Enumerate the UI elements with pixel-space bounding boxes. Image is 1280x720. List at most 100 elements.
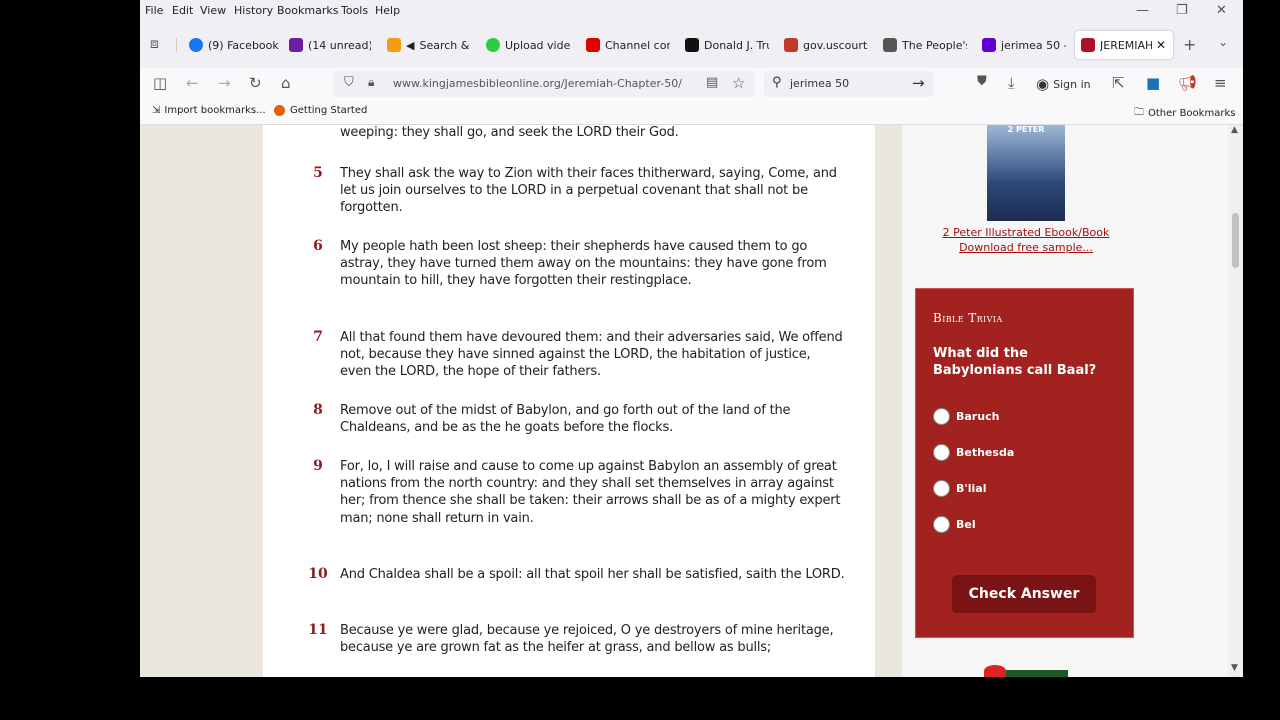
reader-view-icon[interactable]: ▤ <box>706 75 718 90</box>
megaphone-icon[interactable]: 📢︎ <box>1178 74 1197 92</box>
menu-icon[interactable]: ≡ <box>1214 74 1227 92</box>
tab-peoples[interactable]: The People's <box>883 31 967 59</box>
search-text[interactable]: jerimea 50 <box>790 77 849 90</box>
page-icon <box>883 38 897 52</box>
trivia-option-bethesda[interactable]: Bethesda <box>933 444 1014 461</box>
verse-number[interactable]: 6 <box>303 238 333 254</box>
mail-icon <box>289 38 303 52</box>
menu-file[interactable]: File <box>145 4 163 17</box>
getting-started-link[interactable]: Getting Started <box>274 105 367 116</box>
navigation-bar: ◫ ← → ↻ ⌂ ⛉ 🔒︎ www.kingjamesbibleonline.… <box>140 68 1243 100</box>
free-badge-icon <box>984 665 1006 677</box>
verse-number[interactable]: 8 <box>303 402 333 418</box>
scrollbar-thumb[interactable] <box>1232 213 1239 268</box>
scroll-up-icon[interactable]: ▲ <box>1231 125 1238 135</box>
close-tab-icon[interactable]: ✕ <box>1156 38 1166 52</box>
book-cover-title: 2 PETER <box>1007 125 1045 134</box>
mute-icon[interactable]: ◀ <box>406 39 414 52</box>
back-icon[interactable]: ← <box>186 74 199 92</box>
tab-mail[interactable]: (14 unread) - <box>289 31 371 59</box>
menu-tools[interactable]: Tools <box>341 4 368 17</box>
tab-label: jerimea 50 - <box>1001 38 1066 52</box>
go-arrow-icon[interactable]: → <box>912 74 925 92</box>
radio-button[interactable] <box>933 516 950 533</box>
bookmark-star-icon[interactable]: ☆ <box>732 74 745 92</box>
scroll-down-icon[interactable]: ▼ <box>1231 663 1238 673</box>
verse-text: Remove out of the midst of Babylon, and … <box>340 403 791 436</box>
import-bookmarks-link[interactable]: ⇲ Import bookmarks... <box>152 105 266 116</box>
option-label: B'lial <box>956 482 987 495</box>
download-icon[interactable]: ⤓ <box>1008 74 1015 92</box>
verse-text: For, lo, I will raise and cause to come … <box>340 459 841 526</box>
page-scrollbar[interactable]: ▲ ▼ <box>1228 125 1243 677</box>
verse-number[interactable]: 5 <box>303 165 333 181</box>
x-icon <box>685 38 699 52</box>
minimize-icon[interactable]: — <box>1136 3 1149 18</box>
pocket-icon[interactable]: ⛊ <box>977 74 987 89</box>
book-link-line1[interactable]: 2 Peter Illustrated Ebook/Book <box>922 225 1130 240</box>
trivia-question: What did the Babylonians call Baal? <box>933 346 1097 378</box>
extensions-icon[interactable]: ⇱ <box>1112 74 1125 92</box>
tab-donald[interactable]: Donald J. Tru <box>685 31 769 59</box>
tab-uscourts[interactable]: gov.uscourts <box>784 31 868 59</box>
chevron-down-icon[interactable]: ⌄ <box>1218 35 1228 49</box>
option-label: Bel <box>956 518 976 531</box>
tab-label: JEREMIAH <box>1100 38 1152 52</box>
bible-icon <box>1081 38 1095 52</box>
youtube-icon <box>586 38 600 52</box>
tab-label: (9) Facebook <box>208 38 279 52</box>
option-label: Baruch <box>956 410 1000 423</box>
tab-overview-icon[interactable]: ⧈ <box>150 36 159 52</box>
radio-button[interactable] <box>933 480 950 497</box>
maximize-icon[interactable]: ❐ <box>1176 3 1188 18</box>
new-tab-icon[interactable]: + <box>1183 35 1196 54</box>
promo-banner-edge <box>1006 670 1068 677</box>
search-tab-icon <box>387 38 401 52</box>
menu-history[interactable]: History <box>234 4 273 17</box>
verse-number[interactable]: 11 <box>303 622 333 638</box>
tab-search[interactable]: ◀ Search & <box>387 31 469 59</box>
check-answer-button[interactable]: Check Answer <box>952 575 1096 613</box>
menu-edit[interactable]: Edit <box>172 4 193 17</box>
upload-icon <box>486 38 500 52</box>
shield-icon[interactable]: ⛉ <box>344 75 354 90</box>
sign-in-button[interactable]: ◉ Sign in <box>1036 72 1091 96</box>
menu-help[interactable]: Help <box>375 4 400 17</box>
account-icon: ◉ <box>1036 75 1050 93</box>
extension-badge-icon[interactable]: ■ <box>1146 74 1160 92</box>
tab-channel[interactable]: Channel con <box>586 31 670 59</box>
menu-bookmarks[interactable]: Bookmarks <box>277 4 338 17</box>
search-input[interactable]: ⚲ jerimea 50 → <box>764 71 934 97</box>
other-bookmarks-label: Other Bookmarks <box>1148 108 1236 119</box>
trivia-option-blial[interactable]: B'lial <box>933 480 987 497</box>
book-promo-link[interactable]: 2 Peter Illustrated Ebook/Book Download … <box>922 225 1130 255</box>
lock-icon[interactable]: 🔒︎ <box>368 75 374 90</box>
browser-window: File Edit View History Bookmarks Tools H… <box>140 0 1243 677</box>
close-window-icon[interactable]: ✕ <box>1216 3 1227 18</box>
book-cover-image[interactable]: 2 PETER <box>987 125 1065 221</box>
verse-number[interactable]: 10 <box>303 566 333 582</box>
radio-button[interactable] <box>933 408 950 425</box>
other-bookmarks-link[interactable]: 🗀︎ Other Bookmarks <box>1134 105 1235 122</box>
url-bar[interactable]: ⛉ 🔒︎ www.kingjamesbibleonline.org/Jeremi… <box>334 71 754 97</box>
verse-number[interactable]: 9 <box>303 458 333 474</box>
verse-number[interactable]: 7 <box>303 329 333 345</box>
book-link-line2[interactable]: Download free sample... <box>922 240 1130 255</box>
tab-upload[interactable]: Upload vide <box>486 31 570 59</box>
home-icon[interactable]: ⌂ <box>281 74 291 92</box>
chapter-content: weeping: they shall go, and seek the LOR… <box>263 125 875 677</box>
reload-icon[interactable]: ↻ <box>249 74 262 92</box>
trivia-option-bel[interactable]: Bel <box>933 516 976 533</box>
menu-view[interactable]: View <box>200 4 226 17</box>
tab-jeremiah-active[interactable]: JEREMIAH ✕ <box>1075 31 1173 59</box>
radio-button[interactable] <box>933 444 950 461</box>
tab-label: gov.uscourts <box>803 38 868 52</box>
trivia-heading: Bible Trivia <box>933 311 1003 325</box>
forward-icon[interactable]: → <box>218 74 231 92</box>
tab-facebook[interactable]: (9) Facebook <box>189 31 279 59</box>
getting-started-label: Getting Started <box>290 105 368 116</box>
url-text[interactable]: www.kingjamesbibleonline.org/Jeremiah-Ch… <box>393 77 682 90</box>
sidebar-icon[interactable]: ◫ <box>153 74 167 92</box>
trivia-option-baruch[interactable]: Baruch <box>933 408 999 425</box>
tab-jerimea[interactable]: jerimea 50 - <box>982 31 1066 59</box>
